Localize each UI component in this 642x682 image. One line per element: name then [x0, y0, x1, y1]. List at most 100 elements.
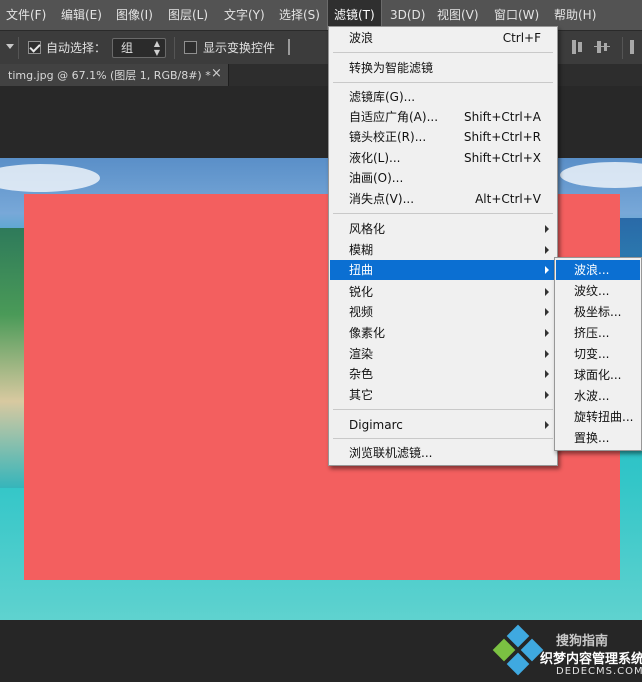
menu-separator [333, 213, 553, 214]
menu-item-label: 极坐标... [574, 305, 622, 319]
distort-item-pinch[interactable]: 挤压... [555, 323, 641, 343]
distort-item-wave[interactable]: 波浪... [556, 260, 640, 280]
menu-item-label: 自适应广角(A)... [349, 110, 439, 124]
close-tab-icon[interactable]: × [211, 66, 222, 81]
menu-type[interactable]: 文字(Y) [224, 0, 265, 30]
auto-select-checkbox[interactable] [28, 41, 41, 54]
cloud-shape [0, 164, 100, 192]
distribute-centers-icon[interactable] [570, 38, 584, 56]
filter-menu-item-adaptive-wide[interactable]: 自适应广角(A)... Shift+Ctrl+A [329, 107, 557, 127]
menu-item-label: 模糊 [349, 243, 374, 257]
menu-item-label: 旋转扭曲... [574, 410, 634, 424]
menu-item-label: 转换为智能滤镜 [349, 61, 434, 75]
filter-menu-item-stylize[interactable]: 风格化 [329, 219, 557, 239]
submenu-arrow-icon [545, 370, 549, 378]
menu-item-shortcut: Shift+Ctrl+X [464, 151, 541, 165]
distort-item-ripple[interactable]: 波纹... [555, 281, 641, 301]
menu-help[interactable]: 帮助(H) [554, 0, 596, 30]
filter-menu-item-video[interactable]: 视频 [329, 302, 557, 322]
show-transform-checkbox[interactable] [184, 41, 197, 54]
filter-menu-item-pixelate[interactable]: 像素化 [329, 323, 557, 343]
divider [174, 37, 175, 59]
watermark-site: 搜狗指南 [556, 634, 609, 649]
menu-item-label: 水波... [574, 389, 610, 403]
distort-item-displace[interactable]: 置换... [555, 428, 641, 448]
menu-item-label: 液化(L)... [349, 151, 401, 165]
menu-item-label: Digimarc [349, 418, 403, 432]
submenu-arrow-icon [545, 350, 549, 358]
divider [18, 37, 19, 59]
menu-item-shortcut: Shift+Ctrl+A [464, 110, 541, 124]
filter-menu-item-last-filter[interactable]: 波浪 Ctrl+F [329, 28, 557, 48]
distort-item-shear[interactable]: 切变... [555, 344, 641, 364]
auto-select-label: 自动选择： [46, 41, 107, 55]
filter-menu-item-convert-smart[interactable]: 转换为智能滤镜 [329, 58, 557, 78]
filter-menu-item-gallery[interactable]: 滤镜库(G)... [329, 87, 557, 107]
distort-item-twirl[interactable]: 旋转扭曲... [555, 407, 641, 427]
divider [622, 37, 623, 59]
submenu-arrow-icon [545, 288, 549, 296]
submenu-arrow-icon [545, 225, 549, 233]
distort-item-zigzag[interactable]: 水波... [555, 386, 641, 406]
menu-item-shortcut: Alt+Ctrl+V [475, 192, 541, 206]
menu-item-label: 油画(O)... [349, 171, 404, 185]
menu-item-label: 挤压... [574, 326, 610, 340]
filter-menu-item-digimarc[interactable]: Digimarc [329, 415, 557, 435]
filter-menu-item-noise[interactable]: 杂色 [329, 364, 557, 384]
menu-edit[interactable]: 编辑(E) [61, 0, 102, 30]
menu-item-label: 波纹... [574, 284, 610, 298]
filter-menu-item-sharpen[interactable]: 锐化 [329, 282, 557, 302]
align-left-icon[interactable] [288, 39, 300, 55]
menu-separator [333, 438, 553, 439]
select-updown-icon: ▲ ▼ [153, 39, 160, 57]
menu-item-shortcut: Shift+Ctrl+R [463, 130, 541, 144]
auto-select-target-select[interactable]: 组 ▲ ▼ [112, 38, 166, 58]
document-tab-title: timg.jpg @ 67.1% (图层 1, RGB/8#) * [8, 69, 211, 82]
menu-item-label: 杂色 [349, 367, 374, 381]
menu-item-label: 浏览联机滤镜... [349, 446, 433, 460]
submenu-arrow-icon [545, 266, 549, 274]
filter-menu-item-blur[interactable]: 模糊 [329, 240, 557, 260]
menu-separator [333, 409, 553, 410]
menu-item-label: 风格化 [349, 222, 386, 236]
menu-item-label: 滤镜库(G)... [349, 90, 416, 104]
filter-menu-item-render[interactable]: 渲染 [329, 344, 557, 364]
filter-menu-item-browse-online[interactable]: 浏览联机滤镜... [329, 443, 557, 463]
menu-item-label: 球面化... [574, 368, 622, 382]
watermark-domain: DEDECMS.COM [556, 666, 642, 677]
watermark-caption: 织梦内容管理系统 [540, 652, 642, 667]
menu-item-label: 扭曲 [349, 263, 374, 277]
menu-item-label: 锐化 [349, 285, 374, 299]
auto-align-icon[interactable] [630, 40, 634, 54]
auto-select-target-value: 组 [121, 41, 134, 55]
show-transform-label: 显示变换控件 [203, 41, 276, 55]
filter-menu-item-oil-paint[interactable]: 油画(O)... [329, 168, 557, 188]
menu-separator [333, 52, 553, 53]
filter-menu-item-other[interactable]: 其它 [329, 385, 557, 405]
distort-item-spherize[interactable]: 球面化... [555, 365, 641, 385]
menu-item-label: 切变... [574, 347, 610, 361]
filter-menu-item-distort[interactable]: 扭曲 [330, 260, 556, 280]
menu-separator [333, 82, 553, 83]
menu-item-label: 渲染 [349, 347, 374, 361]
submenu-arrow-icon [545, 391, 549, 399]
submenu-arrow-icon [545, 329, 549, 337]
menu-select[interactable]: 选择(S) [279, 0, 320, 30]
menu-item-label: 波浪... [574, 263, 610, 277]
distort-item-polar-coordinates[interactable]: 极坐标... [555, 302, 641, 322]
filter-menu-item-liquify[interactable]: 液化(L)... Shift+Ctrl+X [329, 148, 557, 168]
menu-item-label: 波浪 [349, 31, 374, 45]
menu-item-label: 其它 [349, 388, 374, 402]
menu-item-label: 视频 [349, 305, 374, 319]
document-tab[interactable]: timg.jpg @ 67.1% (图层 1, RGB/8#) * × [0, 64, 229, 86]
filter-menu-item-vanishing-point[interactable]: 消失点(V)... Alt+Ctrl+V [329, 189, 557, 209]
filter-menu-item-lens-correction[interactable]: 镜头校正(R)... Shift+Ctrl+R [329, 127, 557, 147]
submenu-arrow-icon [545, 246, 549, 254]
distribute-horizontal-icon[interactable] [594, 38, 610, 56]
tool-preset-dropdown-icon[interactable] [6, 44, 14, 49]
menu-image[interactable]: 图像(I) [116, 0, 153, 30]
menu-file[interactable]: 文件(F) [6, 0, 46, 30]
menu-layer[interactable]: 图层(L) [168, 0, 208, 30]
distort-submenu: 波浪... 波纹... 极坐标... 挤压... 切变... 球面化... 水波… [554, 257, 642, 451]
menu-item-label: 镜头校正(R)... [349, 130, 427, 144]
